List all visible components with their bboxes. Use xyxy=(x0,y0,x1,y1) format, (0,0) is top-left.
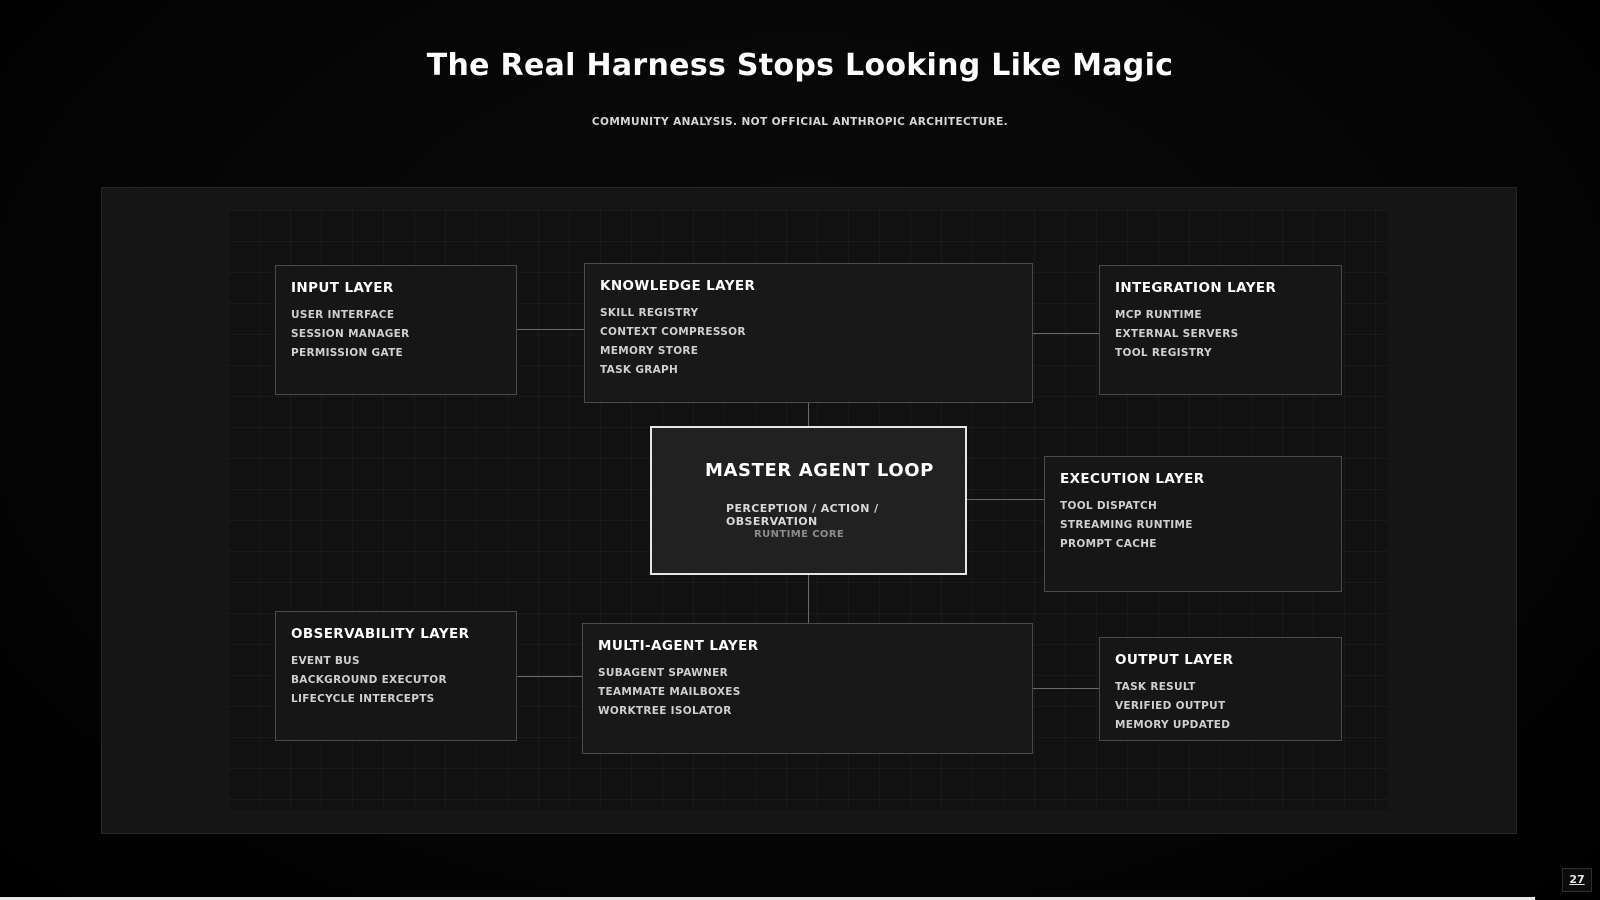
integration-layer-item: MCP RUNTIME xyxy=(1115,309,1202,321)
slide-title: The Real Harness Stops Looking Like Magi… xyxy=(426,48,1174,83)
slide-subtitle: COMMUNITY ANALYSIS. NOT OFFICIAL ANTHROP… xyxy=(591,116,1009,128)
observability-layer-box: OBSERVABILITY LAYER EVENT BUS BACKGROUND… xyxy=(275,611,517,741)
output-layer-box: OUTPUT LAYER TASK RESULT VERIFIED OUTPUT… xyxy=(1099,637,1342,741)
multi-agent-layer-title: MULTI-AGENT LAYER xyxy=(598,638,759,654)
output-layer-item: MEMORY UPDATED xyxy=(1115,719,1231,731)
connector-knowledge-integration xyxy=(1032,333,1099,334)
input-layer-box: INPUT LAYER USER INTERFACE SESSION MANAG… xyxy=(275,265,517,395)
connector-multiagent-output xyxy=(1032,688,1099,689)
input-layer-item: USER INTERFACE xyxy=(291,309,395,321)
integration-layer-item: TOOL REGISTRY xyxy=(1115,347,1212,359)
input-layer-item: SESSION MANAGER xyxy=(291,328,410,340)
multi-agent-layer-item: SUBAGENT SPAWNER xyxy=(598,667,728,679)
observability-layer-item: BACKGROUND EXECUTOR xyxy=(291,674,447,686)
page-number[interactable]: 27 xyxy=(1562,868,1592,892)
output-layer-title: OUTPUT LAYER xyxy=(1115,652,1234,668)
connector-master-multiagent xyxy=(808,574,809,623)
knowledge-layer-item: MEMORY STORE xyxy=(600,345,699,357)
knowledge-layer-item: CONTEXT COMPRESSOR xyxy=(600,326,746,338)
connector-knowledge-master xyxy=(808,403,809,427)
runtime-core-label: RUNTIME CORE xyxy=(754,529,845,540)
knowledge-layer-box: KNOWLEDGE LAYER SKILL REGISTRY CONTEXT C… xyxy=(584,263,1033,403)
output-layer-item: VERIFIED OUTPUT xyxy=(1115,700,1226,712)
knowledge-layer-item: TASK GRAPH xyxy=(600,364,679,376)
execution-layer-box: EXECUTION LAYER TOOL DISPATCH STREAMING … xyxy=(1044,456,1342,592)
multi-agent-layer-item: WORKTREE ISOLATOR xyxy=(598,705,732,717)
execution-layer-item: STREAMING RUNTIME xyxy=(1060,519,1193,531)
multi-agent-layer-box: MULTI-AGENT LAYER SUBAGENT SPAWNER TEAMM… xyxy=(582,623,1033,754)
observability-layer-item: LIFECYCLE INTERCEPTS xyxy=(291,693,435,705)
observability-layer-item: EVENT BUS xyxy=(291,655,360,667)
knowledge-layer-title: KNOWLEDGE LAYER xyxy=(600,278,756,294)
multi-agent-layer-item: TEAMMATE MAILBOXES xyxy=(598,686,741,698)
connector-master-execution xyxy=(966,499,1045,500)
output-layer-item: TASK RESULT xyxy=(1115,681,1196,693)
integration-layer-item: EXTERNAL SERVERS xyxy=(1115,328,1239,340)
integration-layer-box: INTEGRATION LAYER MCP RUNTIME EXTERNAL S… xyxy=(1099,265,1342,395)
input-layer-title: INPUT LAYER xyxy=(291,280,394,296)
master-agent-loop-subtitle: PERCEPTION / ACTION / OBSERVATION xyxy=(726,502,879,528)
master-agent-loop-title: MASTER AGENT LOOP xyxy=(705,460,934,481)
input-layer-item: PERMISSION GATE xyxy=(291,347,404,359)
knowledge-layer-item: SKILL REGISTRY xyxy=(600,307,699,319)
execution-layer-item: TOOL DISPATCH xyxy=(1060,500,1158,512)
observability-layer-title: OBSERVABILITY LAYER xyxy=(291,626,470,642)
master-agent-loop-box: MASTER AGENT LOOP PERCEPTION / ACTION / … xyxy=(650,426,967,575)
execution-layer-item: PROMPT CACHE xyxy=(1060,538,1157,550)
integration-layer-title: INTEGRATION LAYER xyxy=(1115,280,1277,296)
connector-observability-multiagent xyxy=(516,676,582,677)
execution-layer-title: EXECUTION LAYER xyxy=(1060,471,1205,487)
